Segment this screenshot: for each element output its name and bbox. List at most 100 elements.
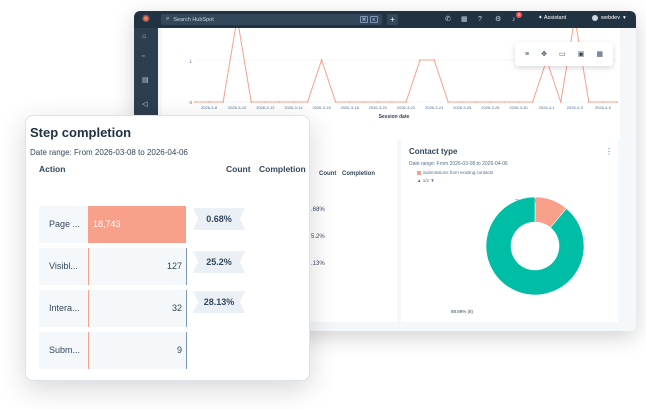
help-icon[interactable]: ? — [478, 15, 482, 24]
data-point — [405, 101, 407, 103]
x-tick-label: 2026-3-30 — [509, 105, 528, 110]
step-completion-card-background: Count Completion .68% 5.2% .13% — [310, 137, 397, 322]
search-placeholder: Search HubSpot — [173, 16, 214, 23]
contacts-icon[interactable]: ▤ — [142, 76, 149, 84]
assistant-button[interactable]: ✦ Assistant — [538, 15, 566, 21]
data-point — [222, 101, 225, 103]
pie-slice — [485, 196, 585, 296]
data-point — [250, 101, 253, 103]
contact-type-donut-chart: 11.11% (1)88.89% (8) — [451, 196, 585, 314]
data-point — [503, 101, 506, 103]
home-icon[interactable]: ⌂ — [142, 33, 146, 40]
chevron-down-icon: ▾ — [622, 15, 626, 21]
count-value: 32 — [171, 303, 182, 313]
data-point — [348, 101, 351, 103]
step-label: Subm... — [49, 345, 81, 355]
x-tick-label: 2026-4-5 — [595, 105, 612, 110]
create-new-button[interactable]: + — [387, 14, 398, 25]
x-tick-label: 2026-3-12 — [256, 105, 275, 110]
count-value: 127 — [166, 261, 182, 271]
step-completion-date-range: Date range: From 2026-03-08 to 2026-04-0… — [30, 148, 188, 157]
conversion-value: 0.68% — [206, 214, 232, 224]
step-label: Intera... — [49, 303, 80, 313]
data-point — [278, 101, 281, 103]
x-tick-label: 2026-3-20 — [369, 105, 388, 110]
avatar — [592, 15, 598, 21]
search-icon: ⌕ — [166, 16, 170, 22]
notification-badge: 3 — [516, 12, 522, 18]
completion-value: 5.2% — [311, 234, 325, 240]
data-point — [334, 101, 337, 103]
row-edge — [186, 290, 187, 327]
settings-icon[interactable]: ⚙ — [495, 15, 501, 24]
assistant-label: Assistant — [543, 15, 567, 21]
data-point — [292, 101, 295, 103]
search-bar[interactable]: ⌕ Search HubSpot ⌘ K — [161, 14, 382, 25]
x-tick-label: 2026-3-22 — [397, 105, 416, 110]
count-bar — [88, 332, 89, 369]
count-bar: 18,743 — [88, 206, 186, 243]
count-value: 9 — [176, 345, 182, 355]
count-bar — [88, 290, 89, 327]
command-key: ⌘ — [360, 16, 368, 23]
phone-icon[interactable]: ✆ — [445, 15, 451, 24]
calendar-icon[interactable]: ▦ — [596, 50, 603, 58]
x-tick-label: 2026-3-24 — [425, 105, 444, 110]
marketing-icon[interactable]: ◁ — [142, 100, 147, 108]
move-icon[interactable]: ✥ — [541, 50, 547, 58]
data-point — [376, 101, 379, 103]
conversion-badge: 25.2% — [193, 251, 245, 273]
x-axis-label: Session date — [379, 114, 410, 120]
x-tick-label: 2026-3-18 — [341, 105, 360, 110]
funnel-row[interactable]: Subm... 9 — [39, 332, 187, 369]
x-tick-label: 2026-3-10 — [228, 105, 247, 110]
contact-type-card: Contact type ⋮ Date range: From 2026-03-… — [401, 137, 618, 322]
data-point — [616, 101, 618, 103]
account-menu[interactable]: webdev ▾ — [592, 15, 626, 21]
data-point — [447, 101, 450, 103]
y-tick-label: 1 — [189, 59, 192, 64]
filter-icon[interactable]: ≡ — [525, 51, 529, 58]
step-label: Page ... — [49, 219, 81, 229]
count-header: Count — [319, 171, 337, 177]
completion-header: Completion — [342, 171, 375, 177]
x-tick-label: 2026-3-14 — [284, 105, 303, 110]
x-tick-label: 2026-4-3 — [567, 105, 584, 110]
data-point — [602, 101, 604, 103]
notifications-icon[interactable]: ♪ — [512, 15, 516, 24]
step-completion-title: Step completion — [30, 125, 132, 140]
hubspot-logo-icon[interactable]: ✺ — [134, 11, 158, 28]
row-edge — [186, 332, 187, 369]
x-tick-label: 2026-3-16 — [312, 105, 331, 110]
window-icon[interactable]: ▣ — [578, 50, 585, 58]
account-name: webdev — [601, 15, 620, 21]
screenshot-stage: ✺ ⌕ Search HubSpot ⌘ K + ✆ ▦ ? ⚙ ♪ 3 ✦ A… — [0, 0, 646, 409]
x-tick-label: 2026-3-26 — [453, 105, 472, 110]
data-point — [362, 101, 365, 103]
count-value: 18,743 — [93, 219, 121, 229]
data-point — [461, 101, 464, 103]
x-tick-label: 2026-3-8 — [201, 105, 218, 110]
conversion-badge: 0.68% — [193, 208, 245, 230]
completion-value: .13% — [311, 261, 325, 267]
completion-header: Completion — [259, 164, 306, 174]
top-navigation-bar: ✺ ⌕ Search HubSpot ⌘ K + ✆ ▦ ? ⚙ ♪ 3 ✦ A… — [134, 11, 636, 28]
bookmark-icon[interactable]: ▫ — [142, 53, 144, 60]
y-tick-label: 0 — [189, 100, 192, 105]
slice-label: 88.89% (8) — [451, 309, 474, 314]
funnel-row[interactable]: Visibl... 127 — [39, 248, 187, 285]
keyboard-shortcut: ⌘ K — [360, 16, 378, 23]
funnel-row[interactable]: Intera... 32 — [39, 290, 187, 327]
data-point — [391, 101, 393, 103]
comment-icon[interactable]: ▭ — [559, 50, 566, 58]
data-point — [194, 101, 196, 103]
marketplace-icon[interactable]: ▦ — [461, 15, 468, 24]
conversion-value: 25.2% — [206, 257, 232, 267]
data-point — [559, 101, 562, 103]
x-tick-label: 2026-4-1 — [539, 105, 556, 110]
data-point — [475, 101, 478, 103]
funnel-row[interactable]: Page ... 18,743 — [39, 206, 186, 243]
data-point — [306, 101, 309, 103]
data-point — [433, 59, 436, 61]
data-point — [531, 101, 534, 103]
